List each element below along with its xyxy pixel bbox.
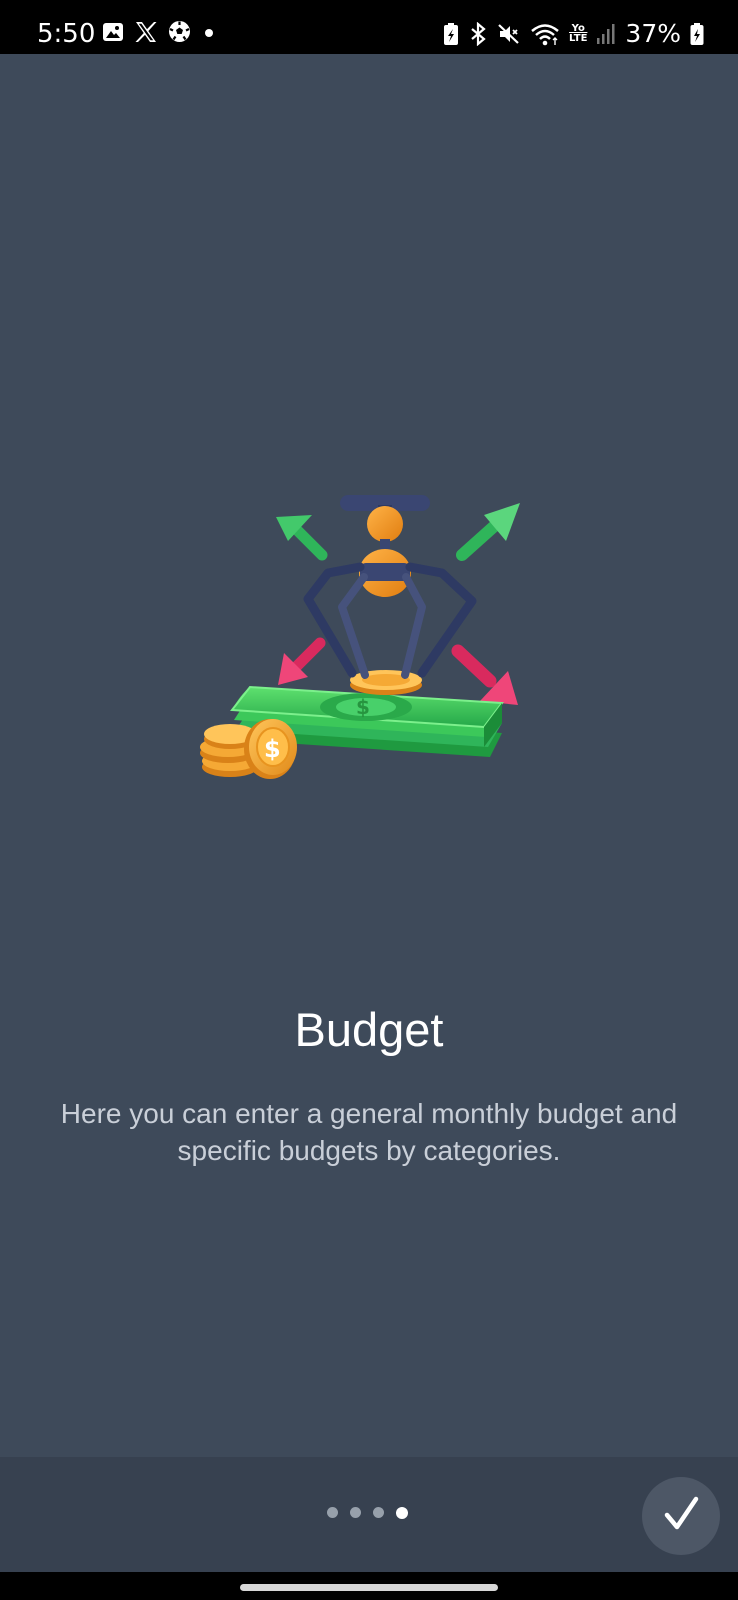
arrow-down-right-icon	[451, 644, 518, 705]
claw-machine-icon	[303, 495, 477, 679]
home-gesture-handle[interactable]	[240, 1584, 498, 1591]
volte-label-bottom: LTE	[569, 33, 588, 44]
gallery-icon	[102, 21, 124, 43]
arrow-up-right-icon	[456, 503, 520, 561]
notification-icons	[102, 20, 217, 43]
soccer-ball-icon	[168, 20, 191, 43]
onboarding-title: Budget	[294, 1003, 444, 1056]
svg-text:$: $	[264, 735, 281, 763]
system-navigation-bar	[0, 1572, 738, 1600]
done-button[interactable]	[642, 1477, 720, 1555]
x-icon	[134, 21, 158, 43]
volte-icon: Yo LTE	[569, 24, 587, 44]
system-icons: Yo LTE 37%	[443, 19, 704, 49]
status-time: 5:50	[37, 19, 96, 49]
onboarding-screen: 5:50 Yo LTE 37% $ $ Budget Here you can …	[0, 0, 738, 1600]
budget-claw-money-illustration: $ $	[200, 495, 540, 805]
checkmark-icon	[662, 1495, 700, 1538]
status-bar: 5:50 Yo LTE 37%	[0, 0, 738, 54]
signal-icon	[596, 22, 616, 46]
mute-icon	[497, 22, 521, 46]
coin-stack-icon: $	[200, 719, 297, 779]
onboarding-bottom-bar	[0, 1457, 738, 1572]
arrow-up-left-icon	[276, 515, 328, 561]
battery-percentage: 37%	[625, 19, 681, 48]
bluetooth-icon	[468, 22, 488, 46]
onboarding-description: Here you can enter a general monthly bud…	[60, 1098, 678, 1166]
page-dot[interactable]	[373, 1507, 384, 1518]
battery-saver-icon	[443, 22, 459, 46]
wifi-icon	[530, 22, 560, 46]
page-dot[interactable]	[350, 1507, 361, 1518]
dot-icon	[201, 21, 217, 43]
page-dot-active[interactable]	[396, 1506, 408, 1519]
svg-text:$: $	[356, 695, 370, 719]
page-indicator	[327, 1506, 408, 1519]
battery-charging-icon	[690, 22, 704, 46]
arrow-down-left-icon	[278, 637, 326, 685]
page-dot[interactable]	[327, 1507, 338, 1518]
